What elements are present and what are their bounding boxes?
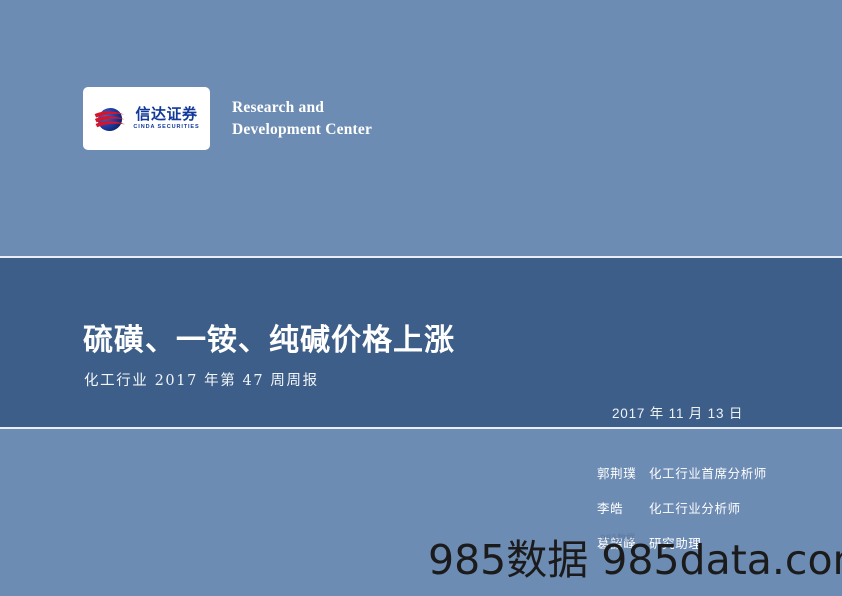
logo-name-cn: 信达证券	[135, 104, 198, 123]
analyst-role: 化工行业分析师	[649, 501, 741, 516]
brand-logo-block: 信达证券 CINDA SECURITIES Research and Devel…	[83, 87, 372, 150]
analyst-name: 郭荆璞	[597, 466, 637, 481]
logo-name-en: CINDA SECURITIES	[133, 123, 200, 130]
research-center-label: Research and Development Center	[232, 98, 373, 138]
analyst-row: 郭荆璞 化工行业首席分析师	[597, 463, 767, 482]
analyst-row: 李皓 化工行业分析师	[597, 498, 767, 517]
report-date: 2017 年 11 月 13 日	[612, 406, 744, 421]
analyst-name: 李皓	[597, 501, 624, 516]
report-title: 硫磺、一铵、纯碱价格上涨	[83, 323, 455, 358]
logo-inner: 信达证券 CINDA SECURITIES	[93, 104, 199, 134]
analyst-role: 化工行业首席分析师	[649, 466, 767, 481]
report-cover-page: 信达证券 CINDA SECURITIES Research and Devel…	[0, 0, 842, 596]
logo-card: 信达证券 CINDA SECURITIES	[83, 87, 210, 150]
report-subtitle: 化工行业 2017 年第 47 周周报	[84, 373, 319, 389]
cinda-globe-swoosh-logo-icon	[93, 104, 127, 134]
logo-wordmark: 信达证券 CINDA SECURITIES	[133, 104, 200, 131]
watermark: 985数据 985data.com	[428, 536, 842, 584]
